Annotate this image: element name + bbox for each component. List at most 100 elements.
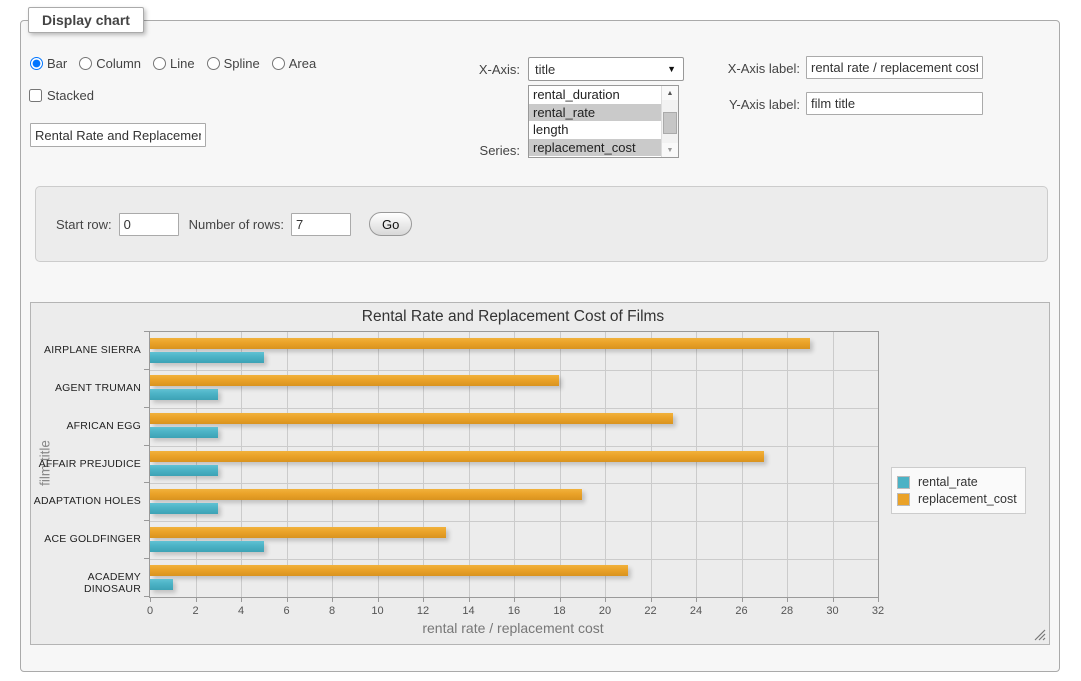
series-listbox-options: rental_durationrental_ratelengthreplacem…: [529, 86, 661, 157]
gridline-vertical: [833, 332, 834, 597]
bar-replacement_cost: [150, 338, 810, 349]
bar-replacement_cost: [150, 451, 764, 462]
chart-type-radio-line[interactable]: [153, 57, 166, 70]
legend-label: rental_rate: [918, 475, 978, 489]
scroll-up-icon[interactable]: ▲: [662, 86, 678, 100]
chart-title-input[interactable]: [30, 123, 206, 147]
x-tick-mark: [423, 598, 424, 602]
x-axis-select[interactable]: title ▼: [528, 57, 684, 81]
number-of-rows-input[interactable]: [291, 213, 351, 236]
series-option-rental_duration[interactable]: rental_duration: [529, 86, 661, 104]
series-option-length[interactable]: length: [529, 121, 661, 139]
y-axis-label-field-label: Y-Axis label:: [700, 97, 800, 112]
chart-type-option-column[interactable]: Column: [79, 56, 141, 71]
bar-rental_rate: [150, 427, 218, 438]
chart-type-option-line[interactable]: Line: [153, 56, 195, 71]
chart-type-radio-area[interactable]: [272, 57, 285, 70]
x-tick-label: 28: [772, 605, 802, 617]
display-chart-legend: Display chart: [28, 7, 144, 33]
x-tick-label: 8: [317, 605, 347, 617]
x-tick-label: 14: [454, 605, 484, 617]
gridline-horizontal: [150, 483, 878, 484]
chart-type-option-bar[interactable]: Bar: [30, 56, 67, 71]
bar-replacement_cost: [150, 527, 446, 538]
series-option-rental_rate[interactable]: rental_rate: [529, 104, 661, 122]
start-row-input[interactable]: [119, 213, 179, 236]
legend-swatch: [897, 476, 910, 489]
series-option-replacement_cost[interactable]: replacement_cost: [529, 139, 661, 157]
stacked-checkbox[interactable]: [29, 89, 42, 102]
gridline-vertical: [241, 332, 242, 597]
go-button[interactable]: Go: [369, 212, 412, 236]
series-listbox[interactable]: rental_durationrental_ratelengthreplacem…: [528, 85, 679, 158]
x-tick-mark: [787, 598, 788, 602]
gridline-vertical: [514, 332, 515, 597]
bar-replacement_cost: [150, 375, 559, 386]
stacked-checkbox-row[interactable]: Stacked: [29, 88, 94, 103]
y-tick-label: ADAPTATION HOLES: [33, 495, 141, 507]
series-listbox-scrollbar[interactable]: ▲ ▼: [661, 86, 678, 157]
chart-legend: rental_rate replacement_cost: [891, 467, 1026, 514]
bar-replacement_cost: [150, 565, 628, 576]
number-of-rows-label: Number of rows:: [189, 217, 284, 232]
gridline-vertical: [469, 332, 470, 597]
y-tick-mark: [144, 331, 149, 332]
y-tick-label: AIRPLANE SIERRA: [33, 344, 141, 356]
bar-replacement_cost: [150, 413, 673, 424]
chevron-down-icon: ▼: [667, 65, 676, 74]
x-tick-label: 20: [590, 605, 620, 617]
x-tick-mark: [651, 598, 652, 602]
bar-rental_rate: [150, 541, 264, 552]
y-axis-label-input[interactable]: [806, 92, 983, 115]
y-tick-label: AFFAIR PREJUDICE: [33, 458, 141, 470]
x-tick-mark: [332, 598, 333, 602]
scroll-down-icon[interactable]: ▼: [662, 143, 678, 157]
legend-item: rental_rate: [897, 475, 1017, 489]
chart-type-radio-label: Line: [170, 56, 195, 71]
legend-label: replacement_cost: [918, 492, 1017, 506]
x-tick-label: 0: [135, 605, 165, 617]
x-tick-mark: [560, 598, 561, 602]
chart-panel: Rental Rate and Replacement Cost of Film…: [30, 302, 1050, 645]
gridline-horizontal: [150, 370, 878, 371]
chart-type-option-spline[interactable]: Spline: [207, 56, 260, 71]
x-tick-label: 30: [818, 605, 848, 617]
gridline-vertical: [332, 332, 333, 597]
x-tick-mark: [833, 598, 834, 602]
plot-area: [149, 331, 879, 598]
bar-rental_rate: [150, 503, 218, 514]
x-tick-label: 10: [363, 605, 393, 617]
legend-item: replacement_cost: [897, 492, 1017, 506]
chart-type-option-area[interactable]: Area: [272, 56, 316, 71]
x-tick-mark: [469, 598, 470, 602]
x-tick-mark: [241, 598, 242, 602]
gridline-horizontal: [150, 446, 878, 447]
bar-rental_rate: [150, 579, 173, 590]
y-tick-mark: [144, 407, 149, 408]
chart-type-radio-bar[interactable]: [30, 57, 43, 70]
bar-rental_rate: [150, 352, 264, 363]
y-tick-label: ACADEMY DINOSAUR: [33, 571, 141, 595]
x-axis-selected-value: title: [535, 62, 555, 77]
chart-type-radio-label: Spline: [224, 56, 260, 71]
gridline-vertical: [423, 332, 424, 597]
legend-swatch: [897, 493, 910, 506]
series-field-label: Series:: [420, 143, 520, 158]
x-tick-label: 18: [545, 605, 575, 617]
x-tick-mark: [378, 598, 379, 602]
chart-type-radio-spline[interactable]: [207, 57, 220, 70]
chart-type-radio-column[interactable]: [79, 57, 92, 70]
x-tick-mark: [514, 598, 515, 602]
x-tick-label: 26: [727, 605, 757, 617]
x-tick-label: 12: [408, 605, 438, 617]
x-tick-mark: [196, 598, 197, 602]
x-tick-label: 32: [863, 605, 893, 617]
x-axis-field-label: X-Axis:: [420, 62, 520, 77]
x-axis-label-input[interactable]: [806, 56, 983, 79]
scrollbar-thumb[interactable]: [663, 112, 677, 134]
resize-handle-icon[interactable]: [1034, 629, 1046, 641]
rows-form-panel: Start row: Number of rows: Go: [35, 186, 1048, 262]
x-tick-label: 24: [681, 605, 711, 617]
x-tick-label: 2: [181, 605, 211, 617]
y-tick-mark: [144, 596, 149, 597]
